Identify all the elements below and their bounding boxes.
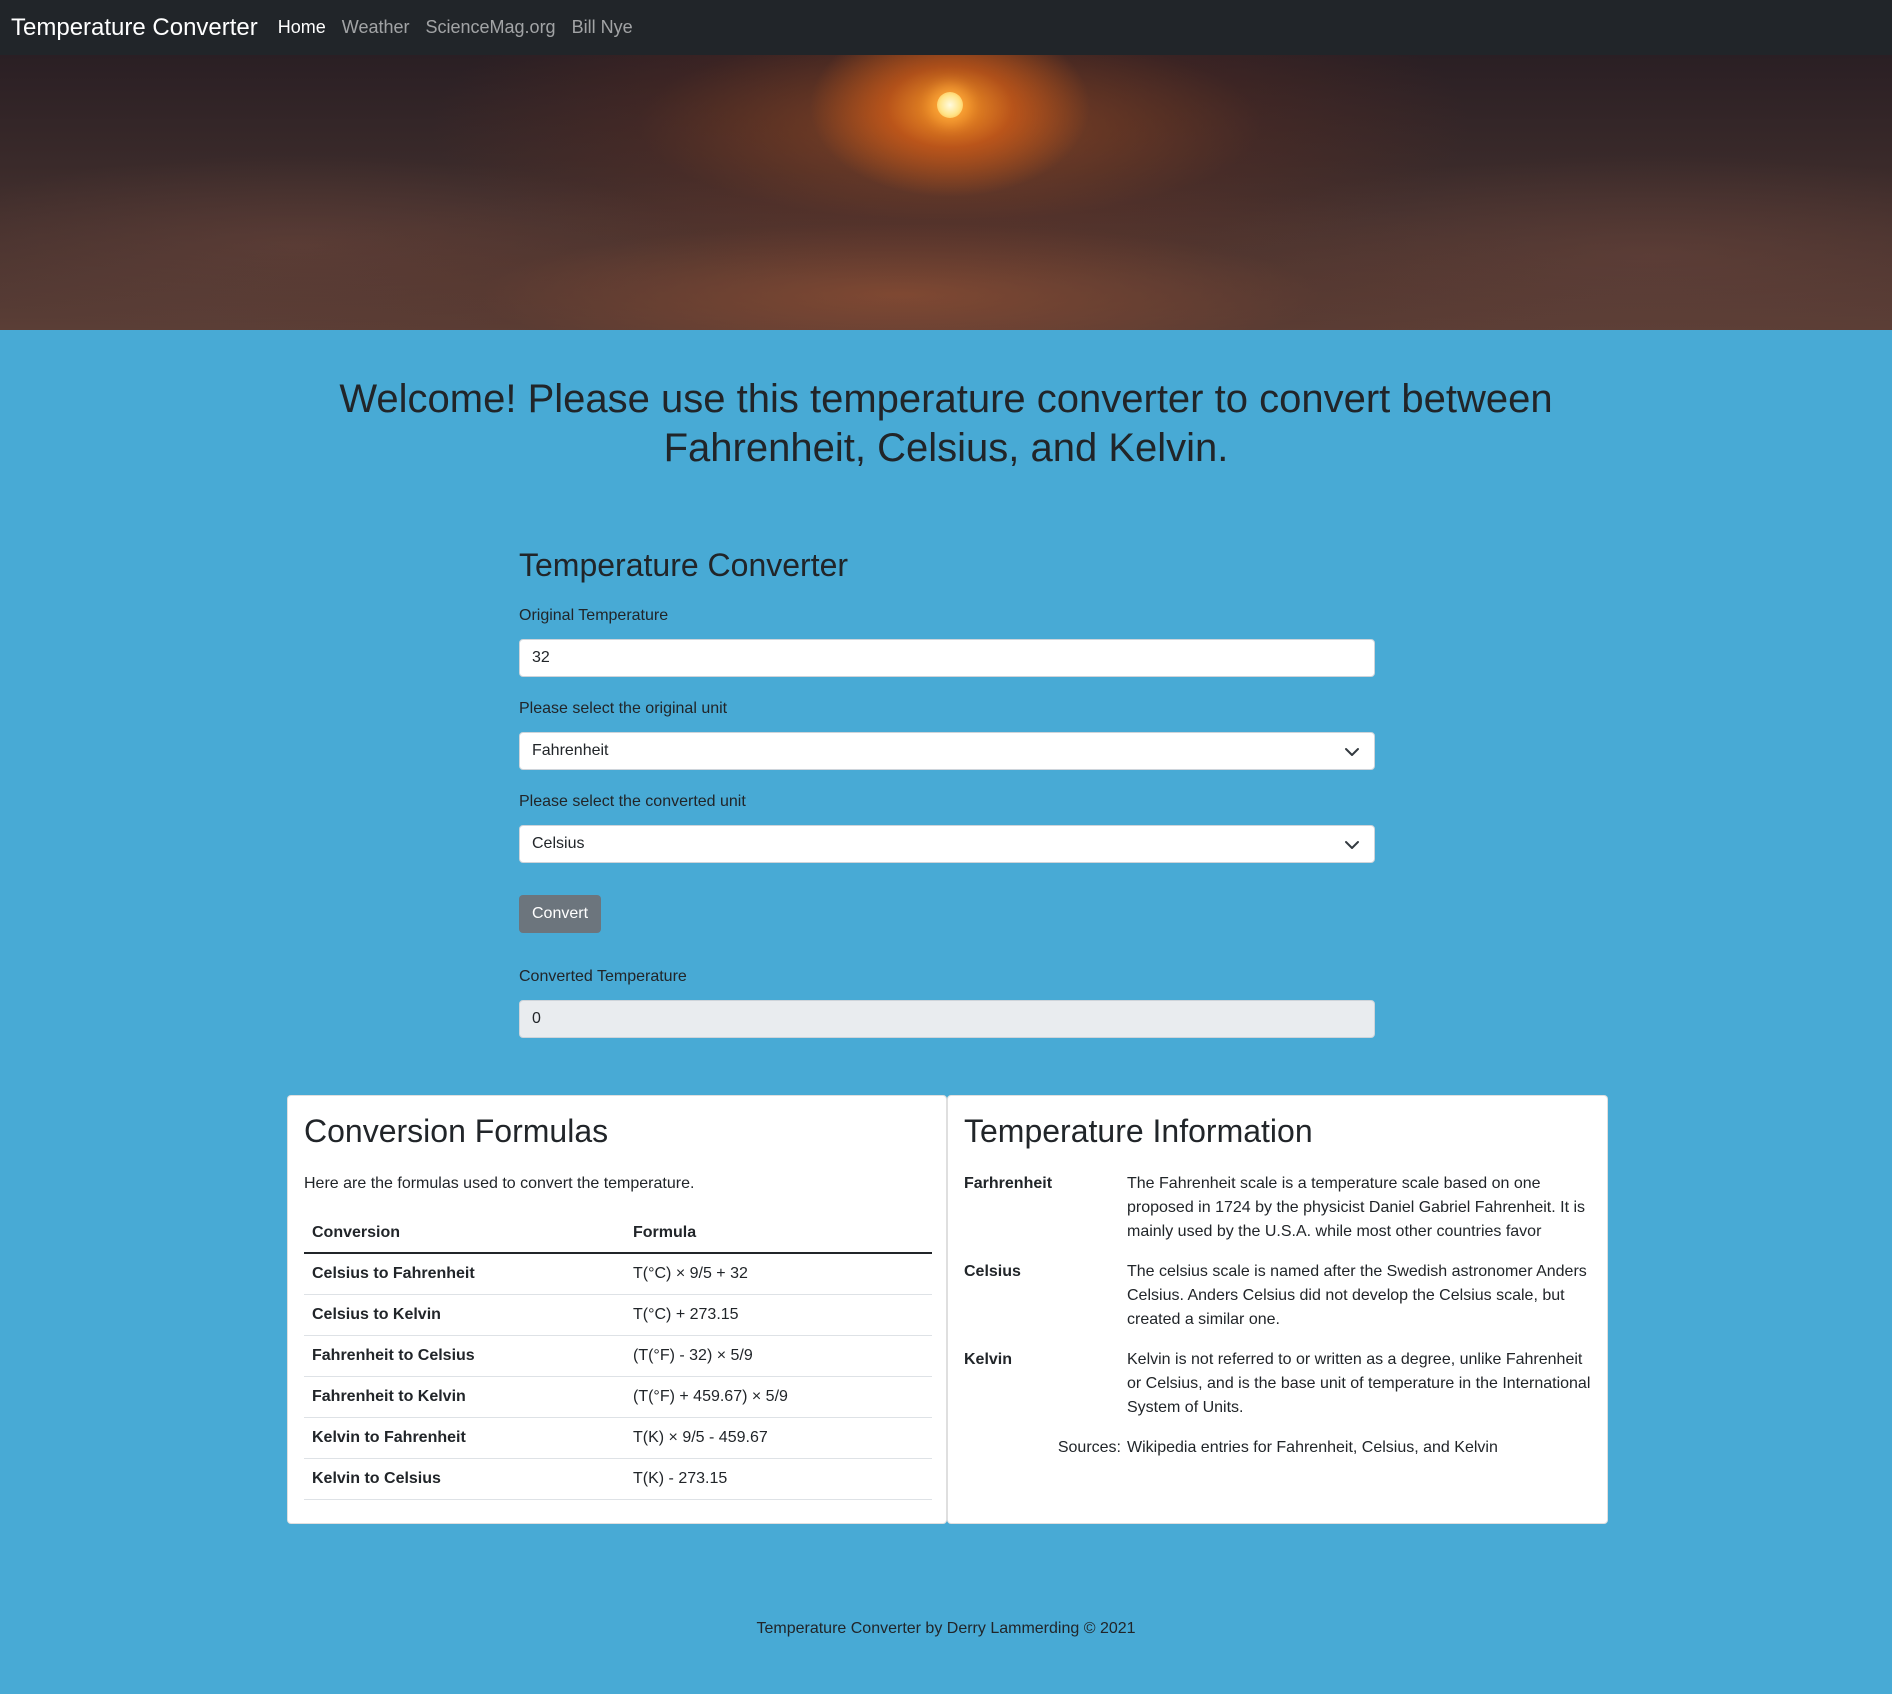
original-temperature-label: Original Temperature	[519, 607, 669, 624]
converter-form: Temperature Converter Original Temperatu…	[519, 540, 1375, 1038]
conversion-cell: Fahrenheit to Kelvin	[304, 1376, 625, 1418]
formula-cell: T(K) × 9/5 - 459.67	[625, 1417, 932, 1459]
info-description: The celsius scale is named after the Swe…	[1127, 1263, 1587, 1328]
sources-line: Sources: Wikipedia entries for Fahrenhei…	[964, 1436, 1591, 1460]
converted-unit-select[interactable]: Celsius	[519, 825, 1375, 863]
chevron-down-icon	[1345, 748, 1359, 756]
conversion-cell: Celsius to Fahrenheit	[304, 1253, 625, 1295]
nav-link-bill-nye[interactable]: Bill Nye	[564, 17, 641, 38]
info-term: Celsius	[964, 1263, 1021, 1280]
original-unit-value: Fahrenheit	[532, 742, 609, 759]
table-row: Fahrenheit to Kelvin (T(°F) + 459.67) × …	[304, 1376, 932, 1418]
formula-cell: (T(°F) + 459.67) × 5/9	[625, 1376, 932, 1418]
info-entry-fahrenheit: Farhrenheit The Fahrenheit scale is a te…	[964, 1172, 1591, 1244]
formulas-intro: Here are the formulas used to convert th…	[304, 1175, 695, 1192]
hero-banner-image	[0, 55, 1892, 330]
original-unit-select[interactable]: Fahrenheit	[519, 732, 1375, 770]
conversion-cell: Kelvin to Celsius	[304, 1458, 625, 1500]
converted-unit-label: Please select the converted unit	[519, 793, 746, 810]
formula-cell: T(K) - 273.15	[625, 1458, 932, 1500]
converted-unit-value: Celsius	[532, 835, 585, 852]
conversion-formulas-card: Conversion Formulas Here are the formula…	[287, 1095, 947, 1524]
info-term: Kelvin	[964, 1351, 1013, 1368]
convert-button[interactable]: Convert	[519, 895, 601, 933]
info-title: Temperature Information	[964, 1113, 1313, 1149]
sources-label: Sources:	[1057, 1439, 1121, 1456]
info-entry-kelvin: Kelvin Kelvin is not referred to or writ…	[964, 1348, 1591, 1420]
converted-temperature-label: Converted Temperature	[519, 968, 687, 985]
table-row: Kelvin to Fahrenheit T(K) × 9/5 - 459.67	[304, 1417, 932, 1459]
table-row: Fahrenheit to Celsius (T(°F) - 32) × 5/9	[304, 1335, 932, 1377]
nav-link-sciencemag[interactable]: ScienceMag.org	[418, 17, 564, 38]
column-header-formula: Formula	[625, 1212, 932, 1254]
info-description: The Fahrenheit scale is a temperature sc…	[1127, 1175, 1586, 1240]
original-temperature-input[interactable]: 32	[519, 639, 1375, 677]
temperature-information-card: Temperature Information Farhrenheit The …	[947, 1095, 1608, 1524]
sources-text: Wikipedia entries for Fahrenheit, Celsiu…	[1127, 1439, 1498, 1456]
sun-glow	[937, 92, 963, 118]
navbar-brand[interactable]: Temperature Converter	[11, 14, 258, 42]
table-row: Celsius to Kelvin T(°C) + 273.15	[304, 1294, 932, 1336]
info-entry-celsius: Celsius The celsius scale is named after…	[964, 1260, 1591, 1332]
conversion-cell: Fahrenheit to Celsius	[304, 1335, 625, 1377]
conversion-cell: Kelvin to Fahrenheit	[304, 1417, 625, 1459]
welcome-heading: Welcome! Please use this temperature con…	[339, 377, 1553, 470]
footer-text: Temperature Converter by Derry Lammerdin…	[756, 1620, 1136, 1637]
nav-link-weather[interactable]: Weather	[334, 17, 418, 38]
original-temperature-value: 32	[532, 649, 550, 666]
table-row: Celsius to Fahrenheit T(°C) × 9/5 + 32	[304, 1253, 932, 1295]
nav-link-home[interactable]: Home	[270, 17, 334, 38]
table-row: Kelvin to Celsius T(K) - 273.15	[304, 1458, 932, 1500]
formula-cell: T(°C) × 9/5 + 32	[625, 1253, 932, 1295]
converter-title: Temperature Converter	[519, 547, 849, 583]
table-header-row: Conversion Formula	[304, 1212, 932, 1254]
navbar: Temperature Converter Home Weather Scien…	[0, 0, 1892, 55]
info-description: Kelvin is not referred to or written as …	[1127, 1351, 1591, 1416]
formulas-title: Conversion Formulas	[304, 1113, 609, 1149]
chevron-down-icon	[1345, 841, 1359, 849]
column-header-conversion: Conversion	[304, 1212, 625, 1254]
original-unit-label: Please select the original unit	[519, 700, 728, 717]
conversion-cell: Celsius to Kelvin	[304, 1294, 625, 1336]
converted-temperature-output: 0	[519, 1000, 1375, 1038]
info-term: Farhrenheit	[964, 1175, 1053, 1192]
formula-cell: (T(°F) - 32) × 5/9	[625, 1335, 932, 1377]
nav-links: Home Weather ScienceMag.org Bill Nye	[270, 17, 641, 38]
converted-temperature-value: 0	[532, 1010, 541, 1027]
formulas-table: Conversion Formula Celsius to Fahrenheit…	[304, 1212, 932, 1500]
formula-cell: T(°C) + 273.15	[625, 1294, 932, 1336]
